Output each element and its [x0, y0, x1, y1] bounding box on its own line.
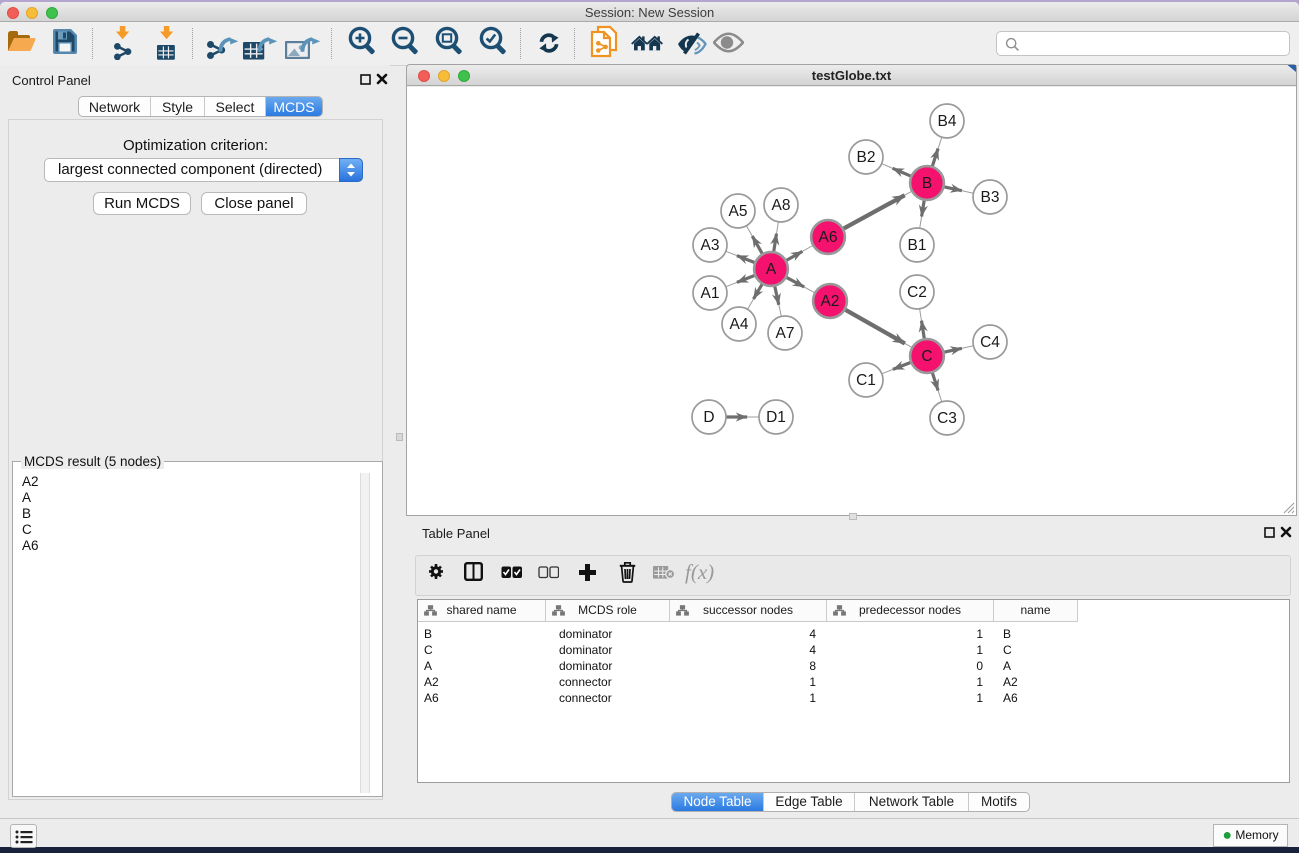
- svg-text:C: C: [921, 348, 932, 365]
- svg-text:A2: A2: [821, 293, 840, 310]
- svg-text:B1: B1: [908, 237, 927, 254]
- svg-text:B4: B4: [938, 113, 957, 130]
- svg-text:A: A: [766, 261, 777, 278]
- svg-text:C4: C4: [980, 334, 1000, 351]
- svg-text:C2: C2: [907, 284, 927, 301]
- svg-text:B: B: [922, 175, 932, 192]
- svg-text:A6: A6: [819, 229, 838, 246]
- svg-text:C1: C1: [856, 372, 876, 389]
- svg-text:A1: A1: [701, 285, 720, 302]
- svg-text:B2: B2: [857, 149, 876, 166]
- svg-text:A7: A7: [776, 325, 795, 342]
- svg-text:D: D: [703, 409, 714, 426]
- svg-text:A4: A4: [730, 316, 749, 333]
- svg-text:A3: A3: [701, 237, 720, 254]
- svg-text:D1: D1: [766, 409, 786, 426]
- svg-text:B3: B3: [981, 189, 1000, 206]
- svg-text:A5: A5: [729, 203, 748, 220]
- svg-text:C3: C3: [937, 410, 957, 427]
- svg-text:A8: A8: [772, 197, 791, 214]
